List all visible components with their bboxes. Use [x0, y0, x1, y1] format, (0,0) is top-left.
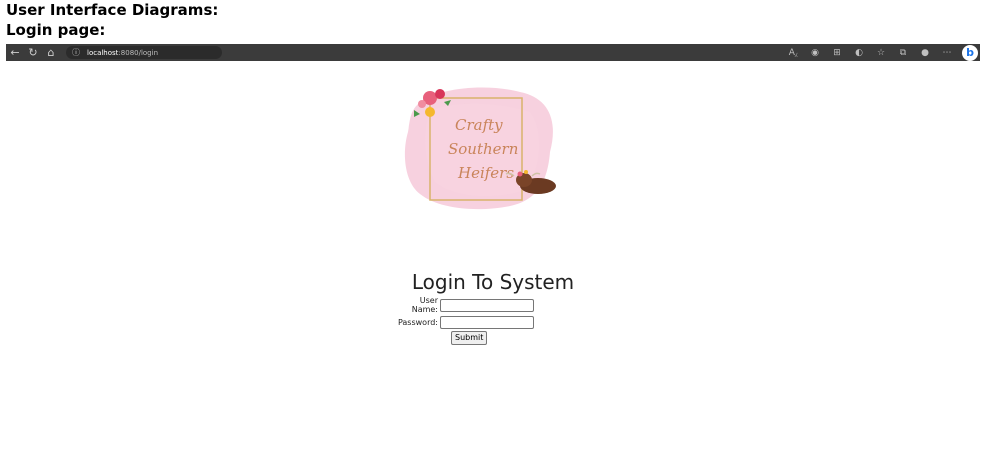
username-row: User Name: [396, 296, 534, 314]
url-host: localhost [87, 48, 119, 57]
extensions-icon[interactable]: ⊞ [826, 48, 848, 58]
info-icon[interactable]: ⓘ [72, 47, 80, 58]
logo-text-line3: Heifers [457, 164, 514, 182]
password-label: Password: [397, 317, 438, 327]
address-bar[interactable]: ⓘ localhost:8080/login [66, 46, 222, 59]
tracking-prevention-icon[interactable]: ◉ [804, 48, 826, 58]
read-aloud-icon[interactable]: A⁁ [782, 48, 804, 58]
password-row: Password: [396, 314, 534, 330]
profile-icon[interactable]: ● [914, 48, 936, 58]
username-input[interactable] [440, 298, 534, 312]
back-arrow-icon[interactable]: ← [6, 44, 24, 61]
favorites-star-icon[interactable]: ☆ [870, 48, 892, 58]
url-path: :8080/login [118, 48, 159, 57]
login-title: Login To System [411, 270, 575, 294]
bing-icon[interactable]: b [962, 44, 978, 61]
logo-text-line2: Southern [448, 140, 518, 158]
browser-essentials-icon[interactable]: ◐ [848, 48, 870, 58]
username-label: User Name: [411, 296, 438, 314]
submit-button[interactable]: Submit [451, 331, 488, 345]
password-input[interactable] [440, 315, 534, 329]
collections-icon[interactable]: ⧉ [892, 48, 914, 58]
browser-toolbar: ← ↻ ⌂ ⓘ localhost:8080/login A⁁ ◉ ⊞ ◐ ☆ … [6, 44, 980, 61]
home-icon[interactable]: ⌂ [42, 44, 60, 61]
refresh-icon[interactable]: ↻ [24, 44, 42, 61]
logo-text-line1: Crafty [455, 116, 503, 134]
more-icon[interactable]: ⋯ [936, 48, 958, 58]
document-heading: User Interface Diagrams: [6, 1, 219, 19]
crafty-southern-heifers-logo: Crafty Southern Heifers [404, 87, 556, 210]
document-subheading: Login page: [6, 21, 106, 39]
